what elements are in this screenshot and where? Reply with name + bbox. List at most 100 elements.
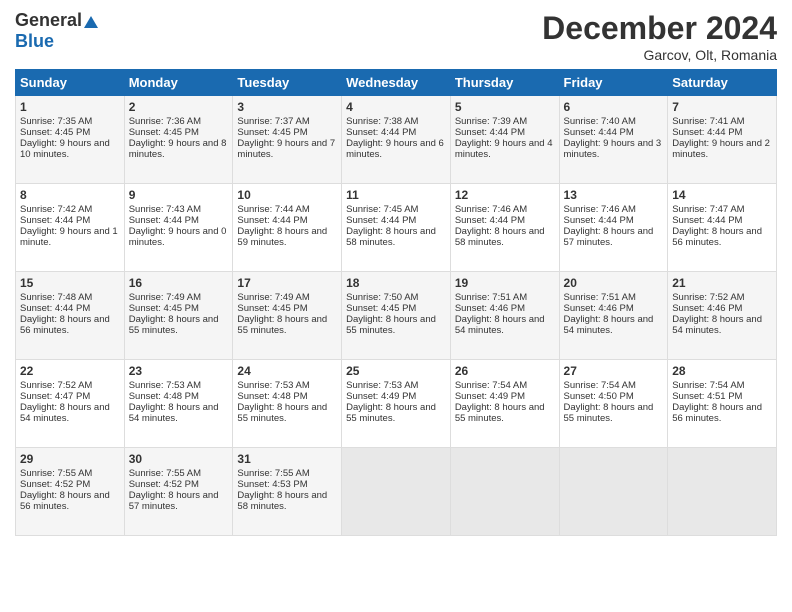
calendar-week-row: 1Sunrise: 7:35 AMSunset: 4:45 PMDaylight… xyxy=(16,96,777,184)
sunset-text: Sunset: 4:52 PM xyxy=(20,479,120,490)
sunrise-text: Sunrise: 7:51 AM xyxy=(455,292,555,303)
sunrise-text: Sunrise: 7:42 AM xyxy=(20,204,120,215)
col-tuesday: Tuesday xyxy=(233,70,342,96)
daylight-text: Daylight: 8 hours and 55 minutes. xyxy=(129,314,229,336)
sunset-text: Sunset: 4:44 PM xyxy=(129,215,229,226)
daylight-text: Daylight: 8 hours and 55 minutes. xyxy=(237,314,337,336)
day-number: 18 xyxy=(346,276,446,290)
sunset-text: Sunset: 4:50 PM xyxy=(564,391,664,402)
header: General Blue December 2024 Garcov, Olt, … xyxy=(15,10,777,63)
sunrise-text: Sunrise: 7:53 AM xyxy=(346,380,446,391)
sunrise-text: Sunrise: 7:52 AM xyxy=(20,380,120,391)
day-number: 27 xyxy=(564,364,664,378)
daylight-text: Daylight: 8 hours and 56 minutes. xyxy=(672,402,772,424)
sunset-text: Sunset: 4:49 PM xyxy=(346,391,446,402)
sunrise-text: Sunrise: 7:35 AM xyxy=(20,116,120,127)
page-container: General Blue December 2024 Garcov, Olt, … xyxy=(0,0,792,546)
calendar-cell xyxy=(668,448,777,536)
sunset-text: Sunset: 4:44 PM xyxy=(672,127,772,138)
calendar-table: Sunday Monday Tuesday Wednesday Thursday… xyxy=(15,69,777,536)
calendar-cell: 11Sunrise: 7:45 AMSunset: 4:44 PMDayligh… xyxy=(342,184,451,272)
day-number: 22 xyxy=(20,364,120,378)
day-number: 10 xyxy=(237,188,337,202)
sunset-text: Sunset: 4:47 PM xyxy=(20,391,120,402)
calendar-cell: 16Sunrise: 7:49 AMSunset: 4:45 PMDayligh… xyxy=(124,272,233,360)
daylight-text: Daylight: 8 hours and 58 minutes. xyxy=(455,226,555,248)
sunset-text: Sunset: 4:45 PM xyxy=(20,127,120,138)
sunset-text: Sunset: 4:53 PM xyxy=(237,479,337,490)
day-number: 28 xyxy=(672,364,772,378)
day-number: 9 xyxy=(129,188,229,202)
calendar-cell: 6Sunrise: 7:40 AMSunset: 4:44 PMDaylight… xyxy=(559,96,668,184)
calendar-cell: 13Sunrise: 7:46 AMSunset: 4:44 PMDayligh… xyxy=(559,184,668,272)
daylight-text: Daylight: 8 hours and 55 minutes. xyxy=(564,402,664,424)
calendar-cell: 25Sunrise: 7:53 AMSunset: 4:49 PMDayligh… xyxy=(342,360,451,448)
logo-blue-text: Blue xyxy=(15,31,54,52)
calendar-cell: 1 Sunrise: 7:35 AMSunset: 4:45 PMDaylight… xyxy=(16,96,125,184)
day-number: 13 xyxy=(564,188,664,202)
calendar-cell: 10Sunrise: 7:44 AMSunset: 4:44 PMDayligh… xyxy=(233,184,342,272)
calendar-cell: 27 Sunrise: 7:54 AMSunset: 4:50 PMDayligh… xyxy=(559,360,668,448)
daylight-text: Daylight: 9 hours and 10 minutes. xyxy=(20,138,120,160)
daylight-text: Daylight: 9 hours and 7 minutes. xyxy=(237,138,337,160)
daylight-text: Daylight: 9 hours and 3 minutes. xyxy=(564,138,664,160)
day-number: 1 xyxy=(20,100,120,114)
calendar-cell xyxy=(450,448,559,536)
day-number: 21 xyxy=(672,276,772,290)
sunset-text: Sunset: 4:45 PM xyxy=(129,303,229,314)
sunrise-text: Sunrise: 7:39 AM xyxy=(455,116,555,127)
calendar-cell: 8Sunrise: 7:42 AMSunset: 4:44 PMDaylight… xyxy=(16,184,125,272)
calendar-cell: 26Sunrise: 7:54 AMSunset: 4:49 PMDayligh… xyxy=(450,360,559,448)
day-number: 30 xyxy=(129,452,229,466)
sunrise-text: Sunrise: 7:53 AM xyxy=(129,380,229,391)
daylight-text: Daylight: 9 hours and 0 minutes. xyxy=(129,226,229,248)
day-number: 2 xyxy=(129,100,229,114)
daylight-text: Daylight: 9 hours and 2 minutes. xyxy=(672,138,772,160)
day-number: 20 xyxy=(564,276,664,290)
calendar-cell: 23Sunrise: 7:53 AMSunset: 4:48 PMDayligh… xyxy=(124,360,233,448)
sunrise-text: Sunrise: 7:43 AM xyxy=(129,204,229,215)
daylight-text: Daylight: 9 hours and 4 minutes. xyxy=(455,138,555,160)
calendar-cell: 20Sunrise: 7:51 AMSunset: 4:46 PMDayligh… xyxy=(559,272,668,360)
sunrise-text: Sunrise: 7:46 AM xyxy=(564,204,664,215)
sunset-text: Sunset: 4:44 PM xyxy=(346,215,446,226)
sunset-text: Sunset: 4:45 PM xyxy=(237,303,337,314)
day-number: 6 xyxy=(564,100,664,114)
sunset-text: Sunset: 4:44 PM xyxy=(672,215,772,226)
daylight-text: Daylight: 8 hours and 56 minutes. xyxy=(20,490,120,512)
sunrise-text: Sunrise: 7:47 AM xyxy=(672,204,772,215)
sunset-text: Sunset: 4:44 PM xyxy=(564,215,664,226)
sunrise-text: Sunrise: 7:54 AM xyxy=(564,380,664,391)
calendar-cell: 2Sunrise: 7:36 AMSunset: 4:45 PMDaylight… xyxy=(124,96,233,184)
col-sunday: Sunday xyxy=(16,70,125,96)
col-saturday: Saturday xyxy=(668,70,777,96)
sunrise-text: Sunrise: 7:48 AM xyxy=(20,292,120,303)
day-number: 31 xyxy=(237,452,337,466)
sunrise-text: Sunrise: 7:38 AM xyxy=(346,116,446,127)
logo: General Blue xyxy=(15,10,98,52)
calendar-cell: 7Sunrise: 7:41 AMSunset: 4:44 PMDaylight… xyxy=(668,96,777,184)
logo-triangle-icon xyxy=(84,16,98,28)
calendar-cell: 4Sunrise: 7:38 AMSunset: 4:44 PMDaylight… xyxy=(342,96,451,184)
sunset-text: Sunset: 4:46 PM xyxy=(672,303,772,314)
sunrise-text: Sunrise: 7:45 AM xyxy=(346,204,446,215)
sunrise-text: Sunrise: 7:54 AM xyxy=(455,380,555,391)
day-number: 16 xyxy=(129,276,229,290)
sunrise-text: Sunrise: 7:55 AM xyxy=(20,468,120,479)
day-number: 8 xyxy=(20,188,120,202)
calendar-cell: 31Sunrise: 7:55 AMSunset: 4:53 PMDayligh… xyxy=(233,448,342,536)
title-block: December 2024 Garcov, Olt, Romania xyxy=(542,10,777,63)
logo-general: General xyxy=(15,10,82,30)
sunrise-text: Sunrise: 7:37 AM xyxy=(237,116,337,127)
daylight-text: Daylight: 8 hours and 58 minutes. xyxy=(346,226,446,248)
sunset-text: Sunset: 4:44 PM xyxy=(455,127,555,138)
sunset-text: Sunset: 4:44 PM xyxy=(20,215,120,226)
day-number: 12 xyxy=(455,188,555,202)
calendar-cell: 12Sunrise: 7:46 AMSunset: 4:44 PMDayligh… xyxy=(450,184,559,272)
month-title: December 2024 xyxy=(542,10,777,47)
sunrise-text: Sunrise: 7:55 AM xyxy=(237,468,337,479)
calendar-cell: 5Sunrise: 7:39 AMSunset: 4:44 PMDaylight… xyxy=(450,96,559,184)
calendar-week-row: 15Sunrise: 7:48 AMSunset: 4:44 PMDayligh… xyxy=(16,272,777,360)
day-number: 26 xyxy=(455,364,555,378)
sunset-text: Sunset: 4:49 PM xyxy=(455,391,555,402)
